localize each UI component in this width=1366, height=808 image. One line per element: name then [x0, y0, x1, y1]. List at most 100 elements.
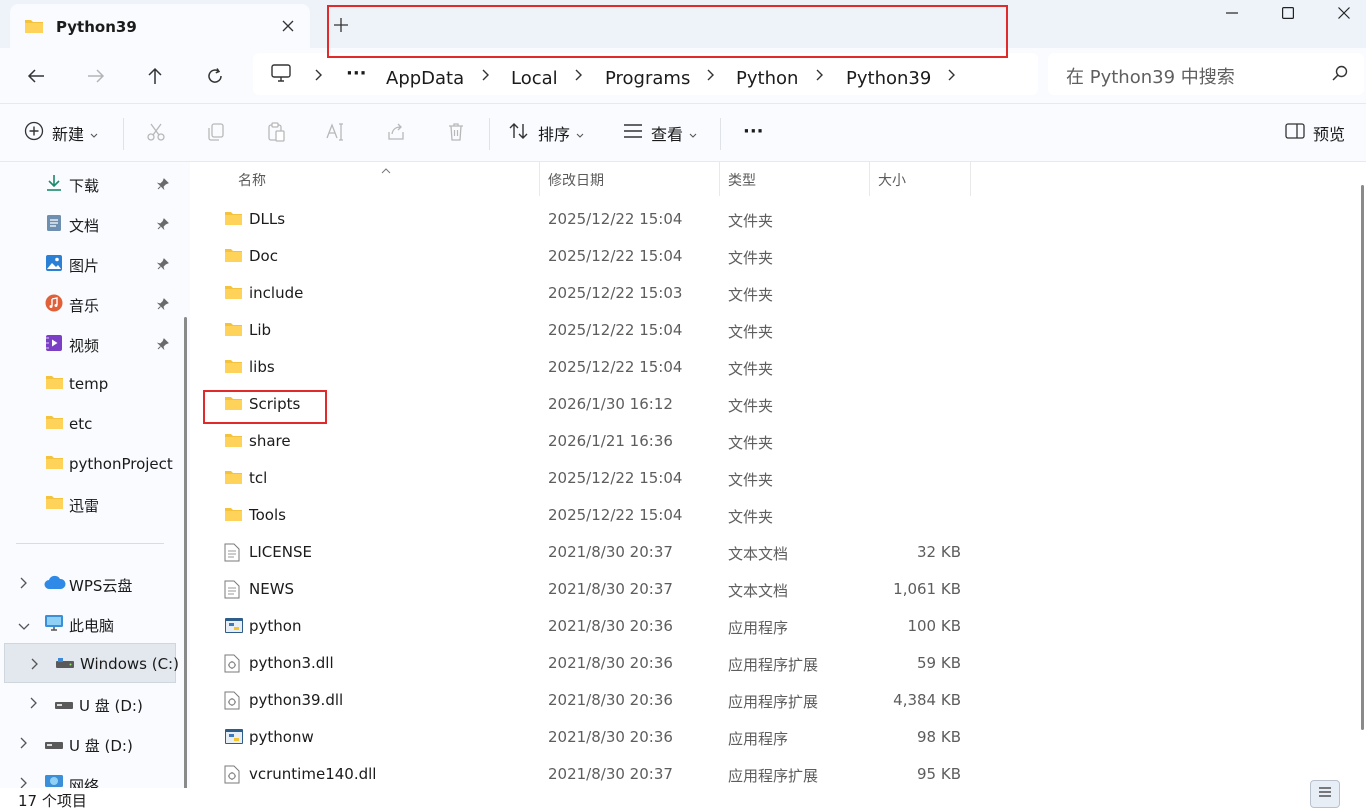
chevron-right-icon[interactable] [31, 658, 39, 674]
refresh-icon[interactable] [197, 60, 233, 92]
table-row[interactable]: Scripts 2026/1/30 16:12 文件夹 [196, 385, 971, 422]
table-row[interactable]: NEWS 2021/8/30 20:37 文本文档 1,061 KB [196, 570, 971, 607]
table-row[interactable]: include 2025/12/22 15:03 文件夹 [196, 274, 971, 311]
sidebar-item-usb-d-root[interactable]: U 盘 (D:) [0, 725, 176, 761]
pin-icon[interactable] [156, 298, 169, 314]
chevron-right-icon[interactable] [20, 777, 28, 788]
column-divider[interactable] [539, 162, 540, 196]
file-type: 文件夹 [728, 286, 774, 304]
sidebar-item-label: Windows (C:) [80, 655, 179, 673]
chevron-right-icon[interactable] [707, 69, 715, 85]
chevron-right-icon[interactable] [816, 69, 824, 85]
sidebar-item-temp[interactable]: temp [0, 365, 176, 401]
plus-icon[interactable] [326, 10, 356, 40]
copy-icon[interactable] [206, 122, 226, 146]
sidebar-item-windows-c[interactable]: Windows (C:) [4, 643, 179, 683]
sidebar-item-label: U 盘 (D:) [79, 697, 143, 715]
breadcrumb-appdata[interactable]: AppData [386, 68, 464, 89]
sidebar-item-usb-d[interactable]: U 盘 (D:) [0, 685, 176, 721]
column-header-type[interactable]: 类型 [728, 170, 756, 190]
computer-icon[interactable] [271, 64, 291, 86]
title-bar: Python39 [0, 0, 1366, 48]
sidebar-item-music[interactable]: 音乐 [0, 285, 176, 321]
preview-button[interactable]: 预览 [1285, 118, 1345, 148]
sidebar-item-wps-cloud[interactable]: WPS云盘 [0, 565, 176, 601]
list-scrollbar[interactable] [1361, 185, 1364, 730]
table-row[interactable]: libs 2025/12/22 15:04 文件夹 [196, 348, 971, 385]
table-row[interactable]: Doc 2025/12/22 15:04 文件夹 [196, 237, 971, 274]
chevron-right-icon[interactable] [20, 737, 28, 753]
table-row[interactable]: python3.dll 2021/8/30 20:36 应用程序扩展 59 KB [196, 644, 971, 681]
pin-icon[interactable] [156, 178, 169, 194]
sidebar-item-xunlei[interactable]: 迅雷 [0, 485, 176, 521]
close-icon[interactable] [274, 12, 302, 40]
new-button[interactable]: 新建 [24, 118, 98, 148]
search-input[interactable]: 在 Python39 中搜索 [1048, 53, 1364, 95]
table-row[interactable]: DLLs 2025/12/22 15:04 文件夹 [196, 200, 971, 237]
pin-icon[interactable] [156, 338, 169, 354]
minimize-icon[interactable] [1204, 0, 1260, 26]
chevron-right-icon[interactable] [20, 577, 28, 593]
chevron-right-icon[interactable] [575, 69, 583, 85]
sidebar-item-documents[interactable]: 文档 [0, 205, 176, 241]
breadcrumb-python[interactable]: Python [736, 68, 798, 89]
rename-icon[interactable] [325, 122, 347, 146]
details-view-icon [1318, 786, 1332, 802]
chevron-right-icon[interactable] [482, 69, 490, 85]
chevron-right-icon[interactable] [315, 69, 323, 85]
paste-icon[interactable] [266, 122, 286, 146]
sidebar-item-videos[interactable]: 视频 [0, 325, 176, 361]
search-icon[interactable] [1332, 65, 1348, 85]
file-name: DLLs [249, 210, 286, 228]
column-divider[interactable] [970, 162, 971, 196]
file-name: NEWS [249, 580, 295, 598]
column-header-name[interactable]: 名称 [238, 170, 266, 190]
column-divider[interactable] [869, 162, 870, 196]
share-icon[interactable] [386, 122, 406, 146]
window-close-icon[interactable] [1316, 0, 1366, 26]
column-header-size[interactable]: 大小 [878, 170, 906, 190]
maximize-icon[interactable] [1260, 0, 1316, 26]
table-row[interactable]: python39.dll 2021/8/30 20:36 应用程序扩展 4,384 K… [196, 681, 971, 718]
arrow-right-icon[interactable] [78, 60, 114, 92]
sidebar-item-network[interactable]: 网络 [0, 765, 176, 788]
tab-python39[interactable]: Python39 [10, 4, 310, 48]
table-row[interactable]: vcruntime140.dll 2021/8/30 20:37 应用程序扩展 95 … [196, 755, 971, 788]
chevron-down-icon[interactable] [18, 619, 30, 635]
file-type: 文件夹 [728, 508, 774, 526]
arrow-left-icon[interactable] [18, 60, 54, 92]
sidebar-item-pictures[interactable]: 图片 [0, 245, 176, 281]
sidebar-item-etc[interactable]: etc [0, 405, 176, 441]
more-options-button[interactable]: ··· [743, 116, 764, 146]
column-header-date[interactable]: 修改日期 [548, 170, 604, 190]
pin-icon[interactable] [156, 258, 169, 274]
plus-circle-icon [24, 121, 44, 145]
chevron-right-icon[interactable] [948, 69, 956, 85]
cut-icon[interactable] [146, 122, 166, 146]
table-row[interactable]: tcl 2025/12/22 15:04 文件夹 [196, 459, 971, 496]
delete-icon[interactable] [446, 122, 466, 146]
sidebar-scrollbar[interactable] [184, 317, 187, 788]
breadcrumb-local[interactable]: Local [511, 68, 558, 89]
view-button[interactable]: 查看 [623, 118, 697, 148]
arrow-up-icon[interactable] [137, 60, 173, 92]
table-row[interactable]: python 2021/8/30 20:36 应用程序 100 KB [196, 607, 971, 644]
table-row[interactable]: pythonw 2021/8/30 20:36 应用程序 98 KB [196, 718, 971, 755]
address-bar[interactable]: ··· AppData Local Programs Python Python… [253, 53, 1038, 95]
details-view-button[interactable] [1310, 780, 1340, 808]
table-row[interactable]: share 2026/1/21 16:36 文件夹 [196, 422, 971, 459]
breadcrumb-ellipsis[interactable]: ··· [346, 63, 367, 84]
column-divider[interactable] [719, 162, 720, 196]
chevron-right-icon[interactable] [30, 697, 38, 713]
sort-button[interactable]: 排序 [508, 118, 584, 148]
file-type: 应用程序扩展 [728, 767, 819, 785]
breadcrumb-programs[interactable]: Programs [605, 68, 690, 89]
table-row[interactable]: Lib 2025/12/22 15:04 文件夹 [196, 311, 971, 348]
sidebar-item-pythonproject[interactable]: pythonProject [0, 445, 176, 481]
pin-icon[interactable] [156, 218, 169, 234]
table-row[interactable]: LICENSE 2021/8/30 20:37 文本文档 32 KB [196, 533, 971, 570]
sidebar-item-this-pc[interactable]: 此电脑 [0, 605, 176, 641]
sidebar-item-downloads[interactable]: 下载 [0, 165, 176, 201]
breadcrumb-python39[interactable]: Python39 [846, 68, 931, 89]
table-row[interactable]: Tools 2025/12/22 15:04 文件夹 [196, 496, 971, 533]
